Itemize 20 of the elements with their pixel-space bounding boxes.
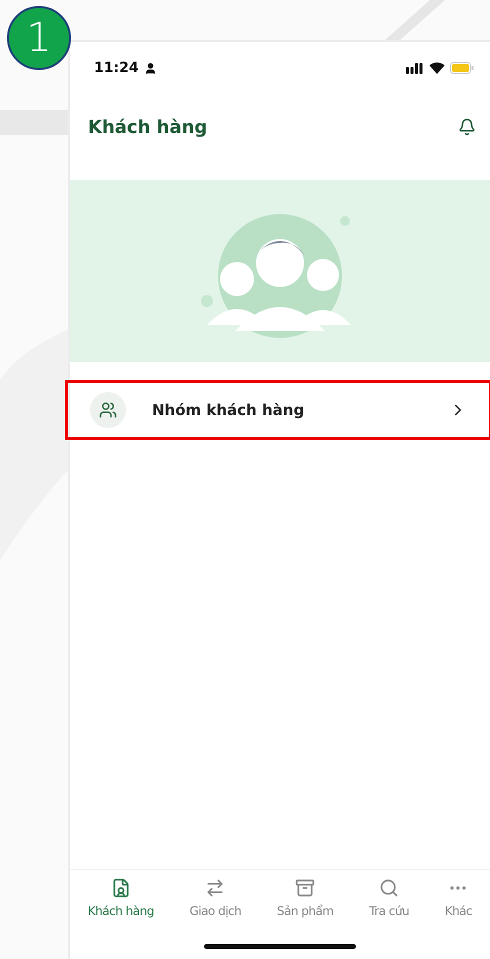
step-number-badge: 1 <box>7 6 71 70</box>
customer-group-menu-item[interactable]: Nhóm khách hàng <box>65 380 490 440</box>
signal-icon <box>406 62 424 74</box>
wifi-icon <box>429 62 445 74</box>
person-icon <box>144 62 157 74</box>
contact-file-icon <box>110 878 131 898</box>
tab-bar-item[interactable]: Khác <box>444 878 472 918</box>
search-icon <box>379 878 400 898</box>
arrows-icon <box>205 878 226 898</box>
notification-bell-icon[interactable] <box>458 118 476 136</box>
tab-bar-item[interactable]: Giao dịch <box>189 878 242 918</box>
archive-icon <box>295 878 316 898</box>
tab-bar-item[interactable]: Tra cứu <box>369 878 410 918</box>
battery-icon <box>450 62 474 74</box>
more-icon <box>450 886 466 890</box>
tab-bar-item[interactable]: Sản phẩm <box>276 878 334 918</box>
tab-bar-item[interactable]: Khách hàng <box>88 878 154 918</box>
page-title: Khách hàng <box>88 116 208 138</box>
users-icon <box>90 392 126 428</box>
status-time: 11:24 <box>94 60 139 76</box>
